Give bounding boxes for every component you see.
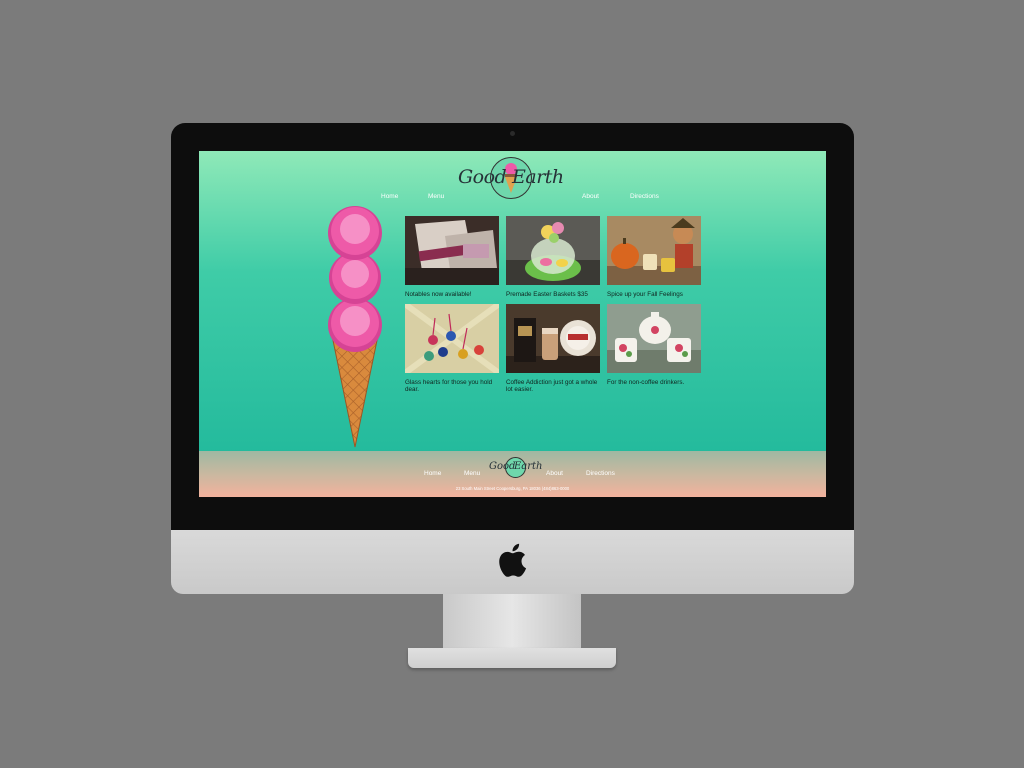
- site-footer: Home Menu Good Earth About Directions 23…: [199, 451, 826, 497]
- caption-easter-baskets: Premade Easter Baskets $35: [506, 291, 588, 298]
- camera-icon: [510, 131, 515, 136]
- gallery-photo-fall[interactable]: [607, 216, 701, 285]
- caption-glass-hearts: Glass hearts for those you hold dear.: [405, 379, 493, 393]
- footer-nav-home[interactable]: Home: [424, 470, 441, 477]
- site-logo[interactable]: Good Earth: [456, 155, 570, 201]
- caption-tea: For the non-coffee drinkers.: [607, 379, 685, 386]
- gallery-photo-glass-hearts[interactable]: [405, 304, 499, 373]
- nav-about[interactable]: About: [582, 193, 599, 200]
- ice-cream-cone-illustration: [328, 206, 382, 448]
- caption-coffee: Coffee Addiction just got a whole lot ea…: [506, 379, 598, 393]
- logo-word-left: Good: [458, 166, 507, 188]
- footer-logo-word-right: Earth: [514, 461, 543, 472]
- nav-home[interactable]: Home: [381, 193, 398, 200]
- gallery-photo-tea[interactable]: [607, 304, 701, 373]
- footer-nav-about[interactable]: About: [546, 470, 563, 477]
- gallery-photo-notables[interactable]: [405, 216, 499, 285]
- gallery-photo-easter-baskets[interactable]: [506, 216, 600, 285]
- caption-notables: Notables now available!: [405, 291, 472, 298]
- footer-nav-menu[interactable]: Menu: [464, 470, 480, 477]
- monitor-chin: [171, 530, 854, 594]
- monitor-stand-foot: [408, 648, 616, 668]
- nav-directions[interactable]: Directions: [630, 193, 659, 200]
- monitor-stand-neck: [443, 594, 581, 650]
- footer-nav-directions[interactable]: Directions: [586, 470, 615, 477]
- website-screen: Good Earth Home Menu About Directions No…: [199, 151, 826, 497]
- caption-fall: Spice up your Fall Feelings: [607, 291, 683, 298]
- gallery-photo-coffee[interactable]: [506, 304, 600, 373]
- mockup-stage: Good Earth Home Menu About Directions No…: [0, 0, 1024, 768]
- nav-menu[interactable]: Menu: [428, 193, 444, 200]
- apple-logo-icon: [499, 543, 527, 577]
- footer-logo[interactable]: Good Earth: [487, 456, 543, 478]
- footer-address: 23 South Main Street Coopersburg, PA 180…: [455, 486, 570, 491]
- logo-word-right: Earth: [512, 166, 564, 188]
- footer-logo-word-left: Good: [489, 461, 516, 472]
